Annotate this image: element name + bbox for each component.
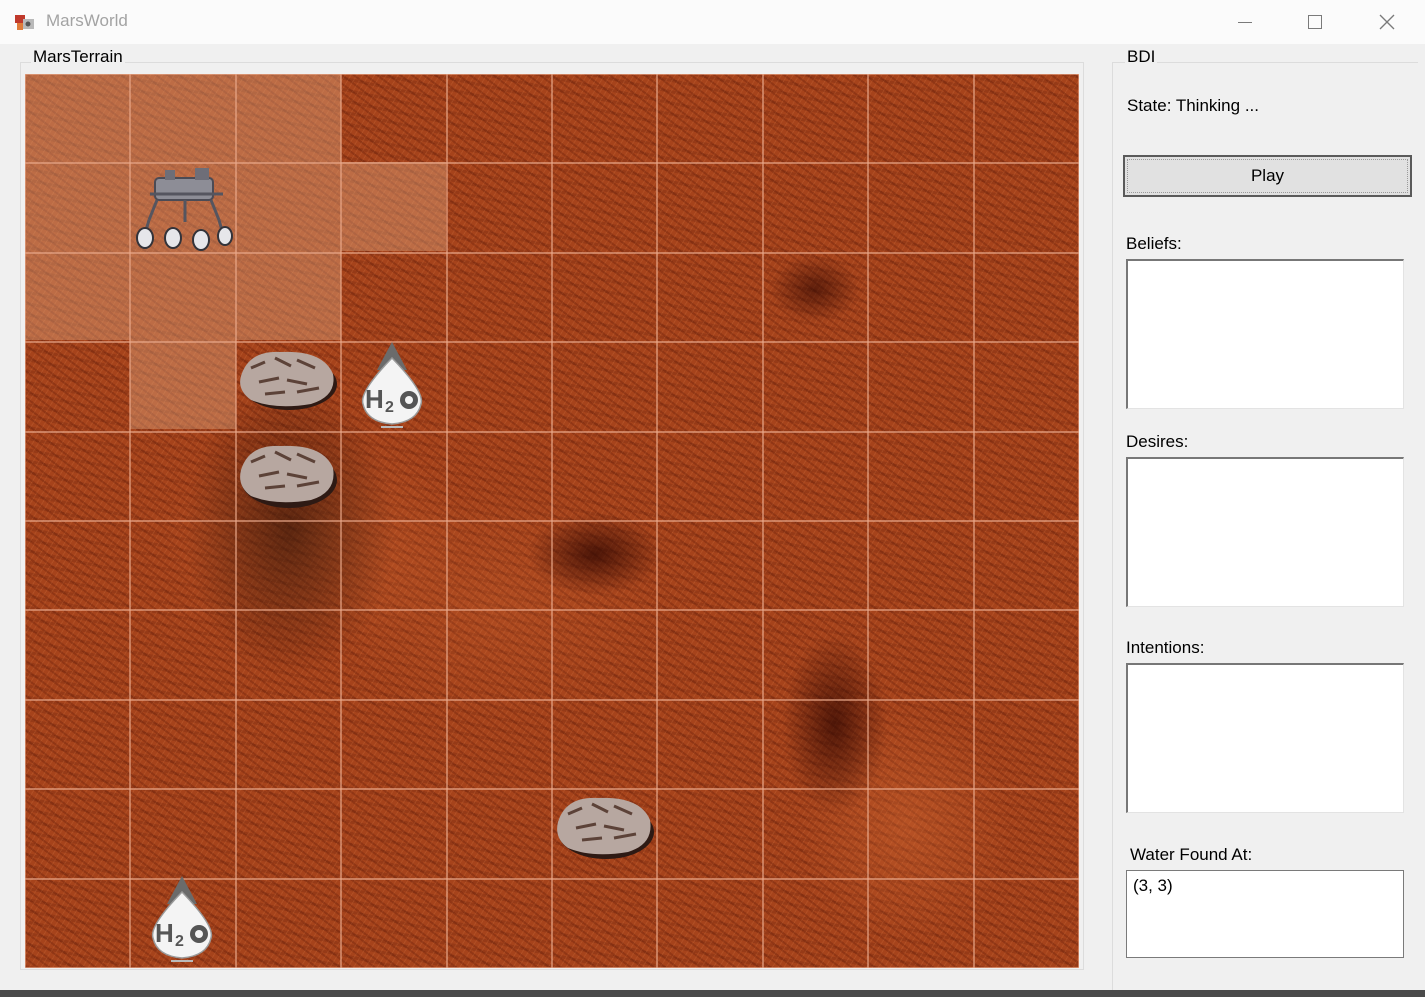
beliefs-list[interactable] [1126,259,1404,409]
state-label: State: Thinking ... [1127,96,1259,115]
svg-text:2: 2 [385,399,394,416]
water-found-label: Water Found At: [1130,845,1253,864]
maximize-icon [1308,15,1322,29]
svg-text:H: H [155,918,174,948]
maximize-button[interactable] [1284,0,1346,44]
mars-world-app-icon [15,15,34,30]
water-drop-icon: H 2 [361,342,423,428]
window-bottom-edge [0,990,1425,997]
mars-terrain-grid[interactable]: H 2 H 2 [25,74,1079,968]
title-bar: MarsWorld [0,0,1425,44]
rock-icon [557,797,654,859]
svg-text:H: H [365,384,384,414]
beliefs-label: Beliefs: [1126,234,1182,253]
desires-list[interactable] [1126,457,1404,607]
play-button-label: Play [1250,166,1285,185]
water-found-list[interactable]: (3, 3) [1126,870,1404,958]
rock-icon [240,351,337,410]
minimize-icon [1238,21,1252,23]
intentions-label: Intentions: [1126,638,1205,657]
water-found-item[interactable]: (3, 3) [1133,876,1397,896]
close-icon [1379,14,1395,30]
rock-icon [240,445,337,508]
water-drop-icon: H 2 [151,876,213,962]
desires-label: Desires: [1126,432,1189,451]
window-title: MarsWorld [46,11,128,30]
intentions-list[interactable] [1126,663,1404,813]
minimize-button[interactable] [1214,0,1276,44]
close-button[interactable] [1356,0,1418,44]
bdi-group-label: BDI [1125,47,1158,67]
play-button[interactable]: Play [1123,155,1412,197]
rover-icon [136,168,233,251]
terrain-group-label: MarsTerrain [31,47,125,67]
svg-text:2: 2 [175,933,184,950]
